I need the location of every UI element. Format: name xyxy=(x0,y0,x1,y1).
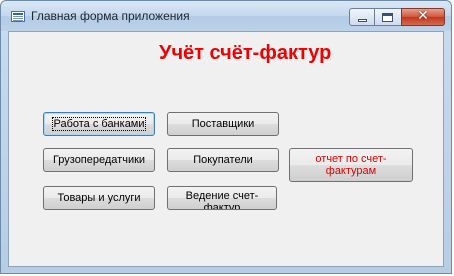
invoice-journal-button[interactable]: Ведение счет-фактур xyxy=(167,186,277,210)
maximize-icon xyxy=(382,13,393,22)
goods-services-button[interactable]: Товары и услуги xyxy=(43,186,155,210)
customers-button[interactable]: Покупатели xyxy=(167,148,279,172)
shippers-button-label: Грузопередатчики xyxy=(52,154,146,166)
window-controls: ✕ xyxy=(349,8,445,28)
minimize-button[interactable] xyxy=(349,8,375,26)
close-icon: ✕ xyxy=(417,8,429,24)
suppliers-button-label: Поставщики xyxy=(191,118,255,130)
form-body: Учёт счёт-фактур Работа с банками Постав… xyxy=(8,31,444,267)
invoice-report-button-label: отчет по счет-фактурам xyxy=(315,153,387,177)
minimize-icon xyxy=(358,19,367,22)
shippers-button[interactable]: Грузопередатчики xyxy=(43,148,155,172)
invoice-report-button[interactable]: отчет по счет-фактурам xyxy=(289,148,413,182)
form-heading: Учёт счёт-фактур xyxy=(159,42,332,64)
window-title: Главная форма приложения xyxy=(31,9,190,23)
goods-services-button-label: Товары и услуги xyxy=(57,192,141,204)
banks-button-label: Работа с банками xyxy=(52,117,146,131)
maximize-button[interactable] xyxy=(375,8,401,26)
main-window: Главная форма приложения ✕ Учёт счёт-фак… xyxy=(0,0,452,274)
invoice-journal-button-label: Ведение счет-фактур xyxy=(185,190,259,210)
customers-button-label: Покупатели xyxy=(193,154,253,166)
close-button[interactable]: ✕ xyxy=(401,8,445,26)
suppliers-button[interactable]: Поставщики xyxy=(167,112,279,136)
title-bar[interactable]: Главная форма приложения ✕ xyxy=(1,1,451,31)
banks-button[interactable]: Работа с банками xyxy=(43,112,155,136)
form-icon[interactable] xyxy=(11,11,25,22)
